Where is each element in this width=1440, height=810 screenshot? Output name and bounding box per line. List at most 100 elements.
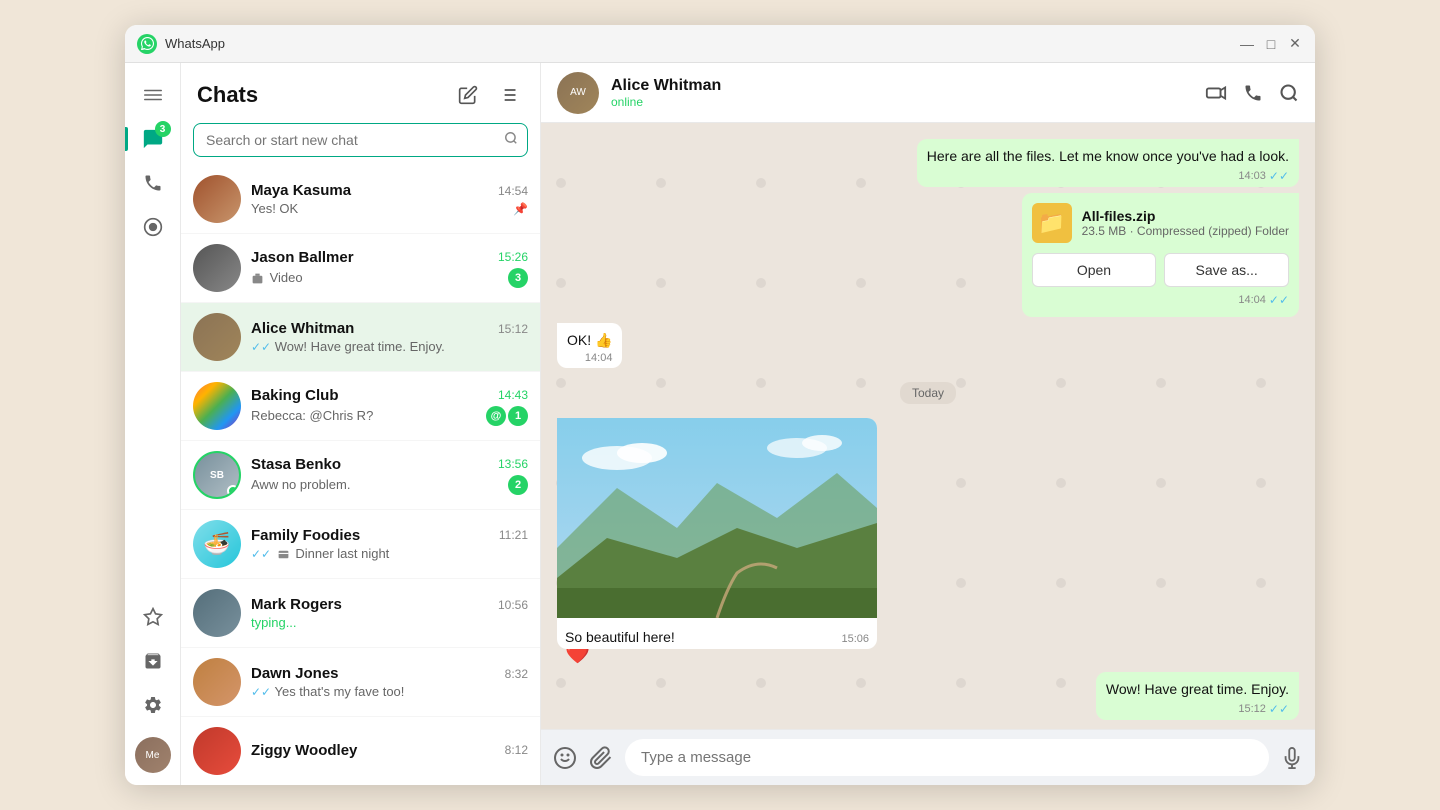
unread-badge-jason: 3 (508, 268, 528, 288)
chat-panel: AW Alice Whitman online (541, 63, 1315, 785)
chat-list-actions (452, 79, 524, 111)
window-controls: — □ ✕ (1239, 36, 1303, 52)
message-time-2: 15:12 (1238, 703, 1266, 715)
left-nav: 3 Me (125, 63, 181, 785)
close-button[interactable]: ✕ (1287, 36, 1303, 52)
nav-menu[interactable] (133, 75, 173, 115)
chat-item-dawn[interactable]: Dawn Jones 8:32 ✓✓ Yes that's my fave to… (181, 648, 540, 717)
nav-settings[interactable] (133, 685, 173, 725)
chat-item-mark[interactable]: Mark Rogers 10:56 typing... (181, 579, 540, 648)
message-sent-1: Here are all the files. Let me know once… (917, 139, 1299, 187)
unread-badge-stasa: 2 (508, 475, 528, 495)
user-avatar[interactable]: Me (135, 737, 171, 773)
minimize-button[interactable]: — (1239, 36, 1255, 52)
chat-name-dawn: Dawn Jones (251, 665, 339, 682)
chat-header-actions (1205, 82, 1299, 104)
app-window: WhatsApp — □ ✕ 3 (125, 25, 1315, 785)
file-time: 14:04 (1238, 294, 1266, 306)
message-tick-2: ✓✓ (1269, 702, 1289, 716)
nav-archived[interactable] (133, 641, 173, 681)
date-divider: Today (900, 382, 956, 404)
chat-avatar-family: 🍜 (193, 520, 241, 568)
message-text-1: Here are all the files. Let me know once… (927, 147, 1289, 167)
filter-button[interactable] (492, 79, 524, 111)
file-tick: ✓✓ (1269, 293, 1289, 307)
chat-info-jason: Jason Ballmer 15:26 Video 3 (251, 249, 528, 288)
search-bar (193, 123, 528, 157)
chat-item-ziggy[interactable]: Ziggy Woodley 8:12 (181, 717, 540, 785)
chat-header-info: Alice Whitman online (611, 77, 1193, 109)
chat-list-title: Chats (197, 82, 258, 108)
save-file-button[interactable]: Save as... (1164, 253, 1289, 287)
chat-info-mark: Mark Rogers 10:56 typing... (251, 596, 528, 630)
chat-time-family: 11:21 (499, 528, 528, 542)
search-icon (504, 131, 518, 149)
chat-time-dawn: 8:32 (505, 667, 528, 681)
chat-info-dawn: Dawn Jones 8:32 ✓✓ Yes that's my fave to… (251, 665, 528, 699)
chat-name-alice: Alice Whitman (251, 320, 354, 337)
search-input[interactable] (193, 123, 528, 157)
chat-header-name: Alice Whitman (611, 77, 1193, 95)
message-tick-1: ✓✓ (1269, 169, 1289, 183)
input-bar (541, 729, 1315, 785)
chat-time-baking: 14:43 (498, 388, 528, 402)
chat-info-stasa: Stasa Benko 13:56 Aww no problem. 2 (251, 456, 528, 495)
open-file-button[interactable]: Open (1032, 253, 1157, 287)
nav-starred[interactable] (133, 597, 173, 637)
chat-time-maya: 14:54 (498, 184, 528, 198)
chat-info-alice: Alice Whitman 15:12 ✓✓ Wow! Have great t… (251, 320, 528, 354)
message-text-2: Wow! Have great time. Enjoy. (1106, 680, 1289, 700)
chat-name-maya: Maya Kasuma (251, 182, 351, 199)
chat-item-alice[interactable]: Alice Whitman 15:12 ✓✓ Wow! Have great t… (181, 303, 540, 372)
messages-area: Here are all the files. Let me know once… (541, 123, 1315, 729)
chat-item-maya[interactable]: Maya Kasuma 14:54 Yes! OK 📌 (181, 165, 540, 234)
message-input[interactable] (625, 739, 1269, 776)
attach-button[interactable] (589, 746, 613, 770)
emoji-button[interactable] (553, 746, 577, 770)
maximize-button[interactable]: □ (1263, 36, 1279, 52)
new-chat-button[interactable] (452, 79, 484, 111)
chat-avatar-ziggy (193, 727, 241, 775)
message-time-1: 14:03 (1238, 170, 1266, 182)
file-icon: 📁 (1032, 203, 1072, 243)
call-button[interactable] (1243, 83, 1263, 103)
message-time-recv-1: 14:04 (585, 352, 613, 364)
chat-preview-dawn: ✓✓ Yes that's my fave too! (251, 684, 528, 699)
chat-time-ziggy: 8:12 (505, 743, 528, 757)
chat-preview-maya: Yes! OK (251, 201, 513, 216)
chat-item-jason[interactable]: Jason Ballmer 15:26 Video 3 (181, 234, 540, 303)
chat-name-jason: Jason Ballmer (251, 249, 354, 266)
mic-button[interactable] (1281, 747, 1303, 769)
search-chat-button[interactable] (1279, 83, 1299, 103)
chat-time-jason: 15:26 (498, 250, 528, 264)
chat-list-header: Chats (181, 63, 540, 119)
main-content: 3 Me Chat (125, 63, 1315, 785)
nav-chats[interactable]: 3 (133, 119, 173, 159)
message-text-recv-1: OK! 👍 (567, 331, 612, 351)
chat-preview-mark: typing... (251, 615, 297, 630)
chat-avatar-dawn (193, 658, 241, 706)
nav-calls[interactable] (133, 163, 173, 203)
nav-status[interactable] (133, 207, 173, 247)
chat-name-baking: Baking Club (251, 387, 339, 404)
mention-badge-baking: @ (486, 406, 506, 426)
chat-item-family[interactable]: 🍜 Family Foodies 11:21 ✓✓ Dinner last ni… (181, 510, 540, 579)
pin-icon-maya: 📌 (513, 202, 528, 216)
chat-preview-alice: ✓✓ Wow! Have great time. Enjoy. (251, 339, 528, 354)
file-details: All-files.zip 23.5 MB · Compressed (zipp… (1082, 208, 1289, 238)
unread-badge-baking: 1 (508, 406, 528, 426)
chat-header-avatar: AW (557, 72, 599, 114)
chat-avatar-jason (193, 244, 241, 292)
file-actions: Open Save as... (1032, 253, 1289, 287)
message-file-1: 📁 All-files.zip 23.5 MB · Compressed (zi… (1022, 193, 1299, 317)
message-sent-2: Wow! Have great time. Enjoy. 15:12 ✓✓ (1096, 672, 1299, 720)
chat-name-stasa: Stasa Benko (251, 456, 341, 473)
chat-preview-jason: Video (251, 270, 508, 285)
file-size: 23.5 MB · Compressed (zipped) Folder (1082, 224, 1289, 238)
chats-badge: 3 (155, 121, 171, 137)
video-call-button[interactable] (1205, 82, 1227, 104)
photo-caption: So beautiful here! (565, 629, 675, 645)
chat-item-baking[interactable]: Baking Club 14:43 Rebecca: @Chris R? @ 1 (181, 372, 540, 441)
chat-info-baking: Baking Club 14:43 Rebecca: @Chris R? @ 1 (251, 387, 528, 426)
chat-item-stasa[interactable]: SB Stasa Benko 13:56 Aww no problem. 2 (181, 441, 540, 510)
